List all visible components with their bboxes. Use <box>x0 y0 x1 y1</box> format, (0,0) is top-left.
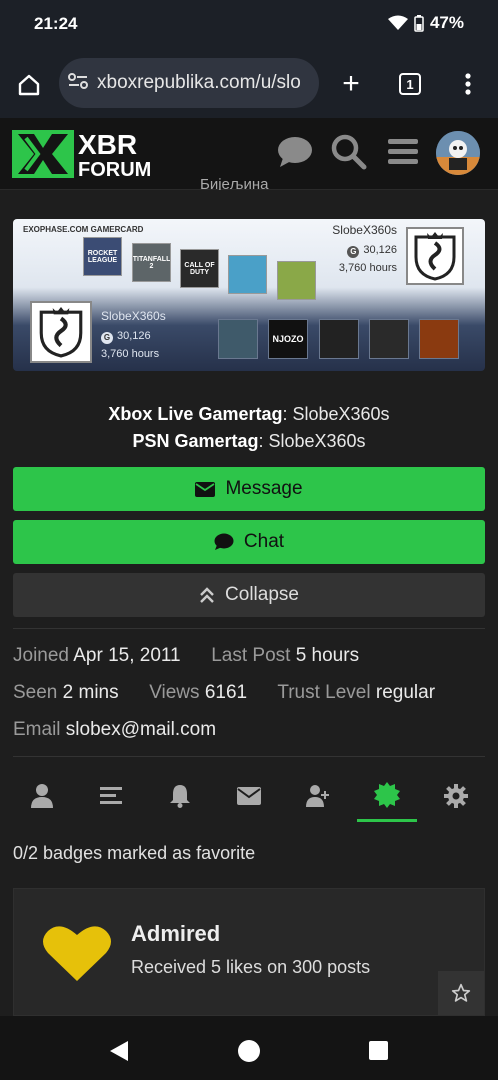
achievement-badge <box>218 319 258 359</box>
collapse-button[interactable]: Collapse <box>13 573 485 617</box>
more-menu-icon[interactable] <box>458 71 478 97</box>
collapse-button-label: Collapse <box>225 584 299 605</box>
gamercard-header: EXOPHASE.COM GAMERCARD <box>23 225 144 234</box>
tab-notifications[interactable] <box>150 770 210 822</box>
joined-label: Joined <box>13 645 69 666</box>
favorite-star-button[interactable] <box>438 971 484 1015</box>
badge-icon <box>374 781 400 808</box>
message-button[interactable]: Message <box>13 467 485 511</box>
back-icon[interactable] <box>108 1040 130 1067</box>
star-icon <box>451 983 471 1002</box>
home-icon[interactable] <box>16 72 42 98</box>
envelope-icon <box>237 787 261 805</box>
achievement-badge <box>419 319 459 359</box>
hamburger-menu-icon[interactable] <box>388 138 418 171</box>
email-label: Email <box>13 719 61 740</box>
system-nav-bar <box>0 1016 498 1080</box>
tab-activity[interactable] <box>81 770 141 822</box>
gamercard-name-top: SlobeX360s <box>332 223 397 237</box>
double-chevron-up-icon <box>200 587 214 603</box>
psn-gamertag-value: : SlobeX360s <box>258 431 366 451</box>
game-tile: TITANFALL 2 <box>132 243 171 282</box>
psn-gamertag-line: PSN Gamertag: SlobeX360s <box>0 431 498 452</box>
achievement-badge: NJOZO <box>268 319 308 359</box>
chat-button-label: Chat <box>243 531 285 552</box>
game-tile <box>228 255 267 294</box>
user-avatar[interactable] <box>436 131 480 175</box>
home-button-icon[interactable] <box>238 1040 260 1062</box>
psn-gamertag-label: PSN Gamertag <box>132 431 259 451</box>
tab-switcher-button[interactable]: 1 <box>399 73 421 95</box>
tab-badges[interactable] <box>357 770 417 822</box>
xbox-gamertag-line: Xbox Live Gamertag: SlobeX360s <box>0 404 498 425</box>
trust-level-label: Trust Level <box>277 682 371 703</box>
recents-icon[interactable] <box>369 1041 388 1060</box>
gamercard-stats-bottom: G 30,126 3,760 hours <box>101 330 160 360</box>
heart-icon <box>42 923 112 988</box>
site-settings-icon[interactable] <box>67 71 89 96</box>
gamer-picture-large <box>30 301 92 363</box>
email-value[interactable]: slobex@mail.com <box>66 719 216 740</box>
user-icon <box>31 784 53 808</box>
location-text: Бијељина <box>200 176 269 190</box>
joined-value: Apr 15, 2011 <box>73 645 181 666</box>
trust-level-value: regular <box>375 682 436 703</box>
meta-row-1: Joined Apr 15, 2011 Last Post 5 hours <box>13 645 359 667</box>
chat-icon[interactable] <box>277 136 313 173</box>
tab-preferences[interactable] <box>426 770 486 822</box>
gear-icon <box>444 784 468 808</box>
site-logo[interactable]: XBR FORUM <box>12 128 174 181</box>
seen-value: 2 mins <box>62 682 119 703</box>
new-tab-icon[interactable]: + <box>338 67 364 100</box>
envelope-icon <box>195 481 216 497</box>
message-button-label: Message <box>225 478 303 499</box>
gamercard-stats-top: G 30,126 3,760 hours <box>338 244 397 274</box>
gamer-picture <box>406 227 464 285</box>
seen-label: Seen <box>13 682 58 703</box>
browser-toolbar: xboxrepublika.com/u/slo + 1 <box>0 50 498 118</box>
badge-description: Received 5 likes on 300 posts <box>131 957 371 977</box>
address-bar[interactable]: xboxrepublika.com/u/slo <box>59 58 319 108</box>
badge-title[interactable]: Admired <box>131 921 220 947</box>
achievement-badge <box>319 319 359 359</box>
xbox-gamertag-value: : SlobeX360s <box>282 404 390 424</box>
wifi-icon <box>387 15 408 30</box>
divider <box>13 756 485 757</box>
search-icon[interactable] <box>331 134 367 175</box>
logo-top-text: XBR <box>78 129 137 160</box>
last-post-value[interactable]: 5 hours <box>296 645 359 666</box>
gamercard-name-bottom: SlobeX360s <box>101 309 166 323</box>
achievement-badge <box>369 319 409 359</box>
views-value: 6161 <box>204 682 248 703</box>
logo-bottom-text: FORUM <box>78 159 151 180</box>
bell-icon <box>170 785 190 808</box>
status-bar: 21:24 47% <box>0 0 498 50</box>
meta-row-3: Email slobex@mail.com <box>13 719 216 741</box>
chat-bubble-icon <box>214 533 234 550</box>
chat-button[interactable]: Chat <box>13 520 485 564</box>
tab-count: 1 <box>406 76 414 92</box>
tab-summary[interactable] <box>12 770 72 822</box>
divider <box>13 628 485 629</box>
badge-card[interactable]: Admired Received 5 likes on 300 posts <box>13 888 485 1016</box>
last-post-label: Last Post <box>211 645 291 666</box>
meta-row-2: Seen 2 mins Views 6161 Trust Level regul… <box>13 682 435 704</box>
profile-tabs <box>0 770 498 822</box>
favorite-badges-count: 0/2 badges marked as favorite <box>13 843 256 863</box>
game-tile: ROCKET LEAGUE <box>83 237 122 276</box>
url-text: xboxrepublika.com/u/slo <box>97 72 301 93</box>
clock: 21:24 <box>34 14 78 33</box>
views-label: Views <box>149 682 200 703</box>
gamercard-image: EXOPHASE.COM GAMERCARD ROCKET LEAGUE TIT… <box>13 219 485 371</box>
game-tile: CALL OF DUTY <box>180 249 219 288</box>
add-user-icon <box>306 785 329 807</box>
game-tile <box>277 261 316 300</box>
activity-list-icon <box>100 787 122 804</box>
tab-messages[interactable] <box>219 770 279 822</box>
tab-invites[interactable] <box>288 770 348 822</box>
battery-icon <box>414 14 424 32</box>
xbox-gamertag-label: Xbox Live Gamertag <box>108 404 283 424</box>
battery-level: 47% <box>429 13 464 32</box>
